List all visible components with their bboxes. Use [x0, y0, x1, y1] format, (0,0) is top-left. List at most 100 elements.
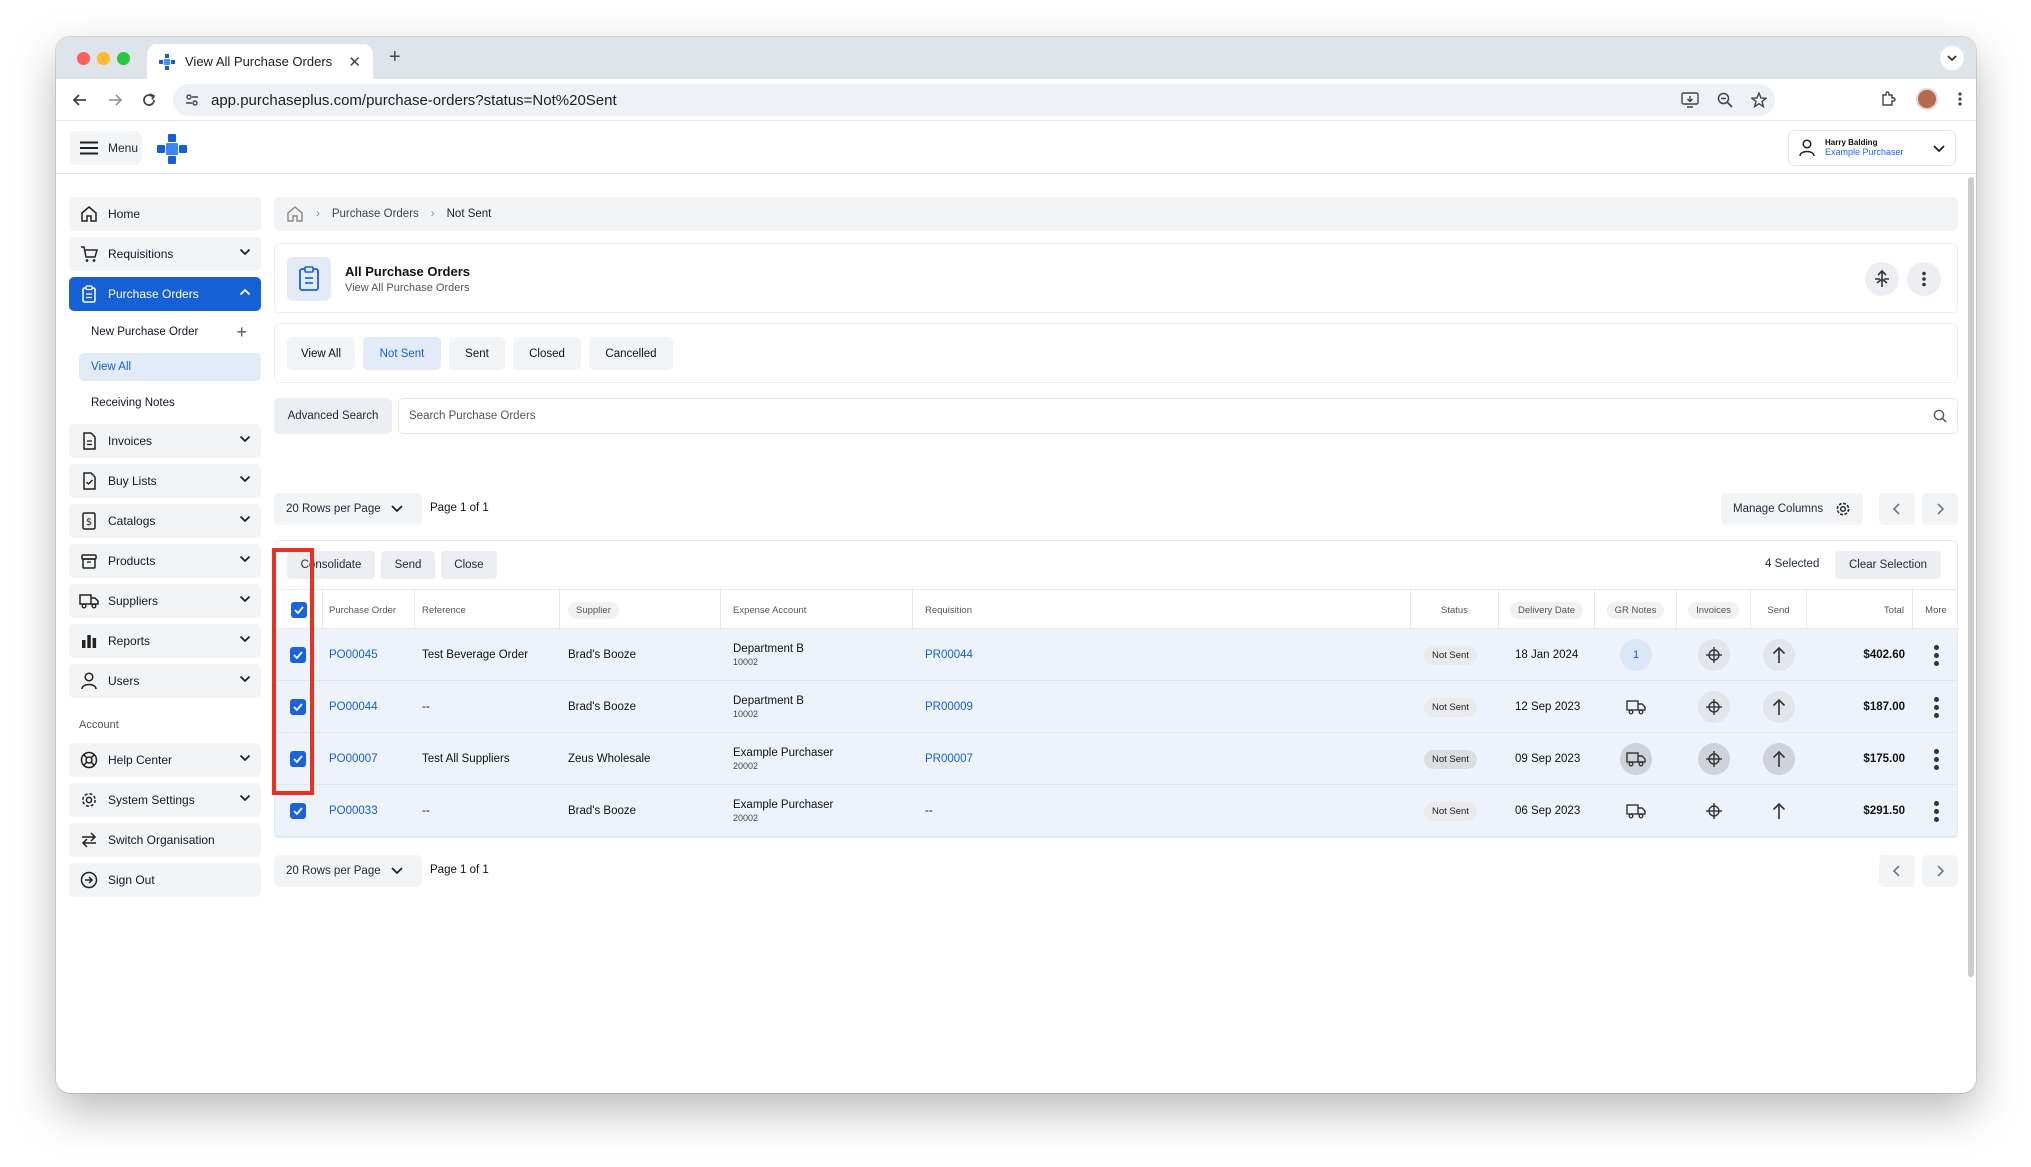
send-po-button[interactable] — [1763, 639, 1795, 671]
send-po-button[interactable] — [1763, 691, 1795, 723]
close-tab-icon[interactable]: ✕ — [348, 53, 361, 71]
maximize-window-button[interactable] — [117, 52, 130, 65]
po-number-link[interactable]: PO00033 — [329, 785, 378, 837]
send-po-button[interactable] — [1763, 743, 1795, 775]
close-window-button[interactable] — [77, 52, 90, 65]
sidebar-item-help-center[interactable]: Help Center — [69, 743, 261, 777]
send-po-button[interactable] — [1763, 795, 1795, 827]
sidebar-item-purchase-orders[interactable]: Purchase Orders — [69, 277, 261, 311]
advanced-search-button[interactable]: Advanced Search — [274, 398, 392, 434]
extensions-icon[interactable] — [1880, 91, 1896, 107]
home-icon[interactable] — [286, 205, 304, 223]
back-icon[interactable] — [70, 90, 90, 110]
invoice-target-button[interactable] — [1698, 691, 1730, 723]
column-header-requisition[interactable]: Requisition — [913, 590, 1411, 630]
gr-notes-count-button[interactable]: 1 — [1620, 639, 1652, 671]
sidebar-subitem-new-purchase-order[interactable]: New Purchase Order + — [79, 318, 261, 346]
requisition-link[interactable]: PR00007 — [925, 733, 973, 785]
sidebar-item-invoices[interactable]: Invoices — [69, 424, 261, 458]
sidebar-item-home[interactable]: Home — [69, 197, 261, 231]
column-header-invoices[interactable]: Invoices — [1677, 590, 1751, 630]
sidebar-subitem-receiving-notes[interactable]: Receiving Notes — [79, 389, 261, 417]
invoice-target-button[interactable] — [1698, 743, 1730, 775]
breadcrumb-purchase-orders[interactable]: Purchase Orders — [332, 208, 419, 220]
column-header-gr-notes[interactable]: GR Notes — [1595, 590, 1677, 630]
sidebar-item-products[interactable]: Products — [69, 544, 261, 578]
rows-per-page-select[interactable]: 20 Rows per Page — [274, 493, 422, 525]
tab-sent[interactable]: Sent — [449, 337, 505, 370]
new-tab-icon[interactable]: + — [389, 46, 401, 69]
minimize-window-button[interactable] — [97, 52, 110, 65]
sidebar-item-catalogs[interactable]: $ Catalogs — [69, 504, 261, 538]
tab-closed[interactable]: Closed — [513, 337, 581, 370]
profile-avatar[interactable] — [1916, 88, 1938, 110]
po-number-link[interactable]: PO00045 — [329, 629, 378, 681]
manage-columns-button[interactable]: Manage Columns — [1721, 493, 1863, 525]
tab-cancelled[interactable]: Cancelled — [589, 337, 673, 370]
page-scrollbar[interactable] — [1968, 177, 1974, 977]
column-header-reference[interactable]: Reference — [415, 590, 560, 630]
row-more-button[interactable] — [1934, 733, 1939, 785]
table-row[interactable]: PO00044 -- Brad's Booze Department B 1000… — [275, 681, 1957, 733]
plus-icon[interactable]: + — [236, 322, 247, 343]
column-header-purchase-order[interactable]: Purchase Order — [323, 590, 415, 630]
user-menu[interactable]: Harry Balding Example Purchaser — [1788, 130, 1956, 166]
search-icon[interactable] — [1933, 409, 1947, 423]
row-more-button[interactable] — [1934, 681, 1939, 733]
column-header-send[interactable]: Send — [1751, 590, 1807, 630]
requisition-link[interactable]: PR00044 — [925, 629, 973, 681]
table-row[interactable]: PO00045 Test Beverage Order Brad's Booze… — [275, 629, 1957, 681]
clear-selection-button[interactable]: Clear Selection — [1835, 551, 1941, 579]
forward-icon[interactable] — [105, 90, 125, 110]
sidebar-item-suppliers[interactable]: Suppliers — [69, 584, 261, 618]
sidebar-item-sign-out[interactable]: Sign Out — [69, 863, 261, 897]
invoice-target-button[interactable] — [1698, 795, 1730, 827]
tab-not-sent[interactable]: Not Sent — [363, 337, 441, 370]
sidebar-item-system-settings[interactable]: System Settings — [69, 783, 261, 817]
page-more-button[interactable] — [1907, 262, 1941, 296]
receive-goods-button[interactable] — [1620, 743, 1652, 775]
po-number-link[interactable]: PO00044 — [329, 681, 378, 733]
column-header-status[interactable]: Status — [1411, 590, 1499, 630]
prev-page-button-bottom[interactable] — [1879, 855, 1915, 887]
zoom-icon[interactable] — [1717, 92, 1733, 108]
column-header-delivery-date[interactable]: Delivery Date — [1499, 590, 1595, 630]
column-header-expense-account[interactable]: Expense Account — [721, 590, 913, 630]
reload-icon[interactable] — [139, 90, 159, 110]
row-more-button[interactable] — [1934, 629, 1939, 681]
invoice-target-button[interactable] — [1698, 639, 1730, 671]
site-settings-icon[interactable] — [185, 93, 199, 107]
sidebar-item-buy-lists[interactable]: Buy Lists — [69, 464, 261, 498]
browser-tab[interactable]: View All Purchase Orders ✕ — [147, 44, 373, 79]
column-header-total[interactable]: Total — [1807, 590, 1913, 630]
next-page-button-bottom[interactable] — [1922, 855, 1958, 887]
browser-menu-icon[interactable] — [1958, 91, 1962, 107]
sidebar-subitem-view-all[interactable]: View All — [79, 353, 261, 381]
split-action-button[interactable] — [1865, 262, 1899, 296]
close-button[interactable]: Close — [441, 551, 497, 579]
table-row[interactable]: PO00033 -- Brad's Booze Example Purchase… — [275, 785, 1957, 837]
receive-goods-button[interactable] — [1620, 691, 1652, 723]
sidebar-item-users[interactable]: Users — [69, 664, 261, 698]
next-page-button[interactable] — [1922, 493, 1958, 525]
requisition-link[interactable]: PR00009 — [925, 681, 973, 733]
receive-goods-button[interactable] — [1620, 795, 1652, 827]
search-input[interactable]: Search Purchase Orders — [398, 398, 1958, 434]
menu-button[interactable]: Menu — [70, 131, 142, 165]
sidebar-item-switch-organisation[interactable]: Switch Organisation — [69, 823, 261, 857]
sidebar-item-reports[interactable]: Reports — [69, 624, 261, 658]
po-number-link[interactable]: PO00007 — [329, 733, 378, 785]
address-bar[interactable]: app.purchaseplus.com/purchase-orders?sta… — [173, 84, 1775, 116]
bookmark-star-icon[interactable] — [1751, 92, 1767, 108]
purchaseplus-logo-icon[interactable] — [157, 134, 187, 164]
tab-search-icon[interactable] — [1940, 46, 1964, 70]
rows-per-page-select-bottom[interactable]: 20 Rows per Page — [274, 855, 422, 887]
install-app-icon[interactable] — [1681, 92, 1699, 108]
tab-view-all[interactable]: View All — [287, 337, 355, 370]
table-row[interactable]: PO00007 Test All Suppliers Zeus Wholesal… — [275, 733, 1957, 785]
prev-page-button[interactable] — [1879, 493, 1915, 525]
sidebar-item-requisitions[interactable]: Requisitions — [69, 237, 261, 271]
row-more-button[interactable] — [1934, 785, 1939, 837]
send-button[interactable]: Send — [381, 551, 435, 579]
column-header-supplier[interactable]: Supplier — [560, 590, 721, 630]
